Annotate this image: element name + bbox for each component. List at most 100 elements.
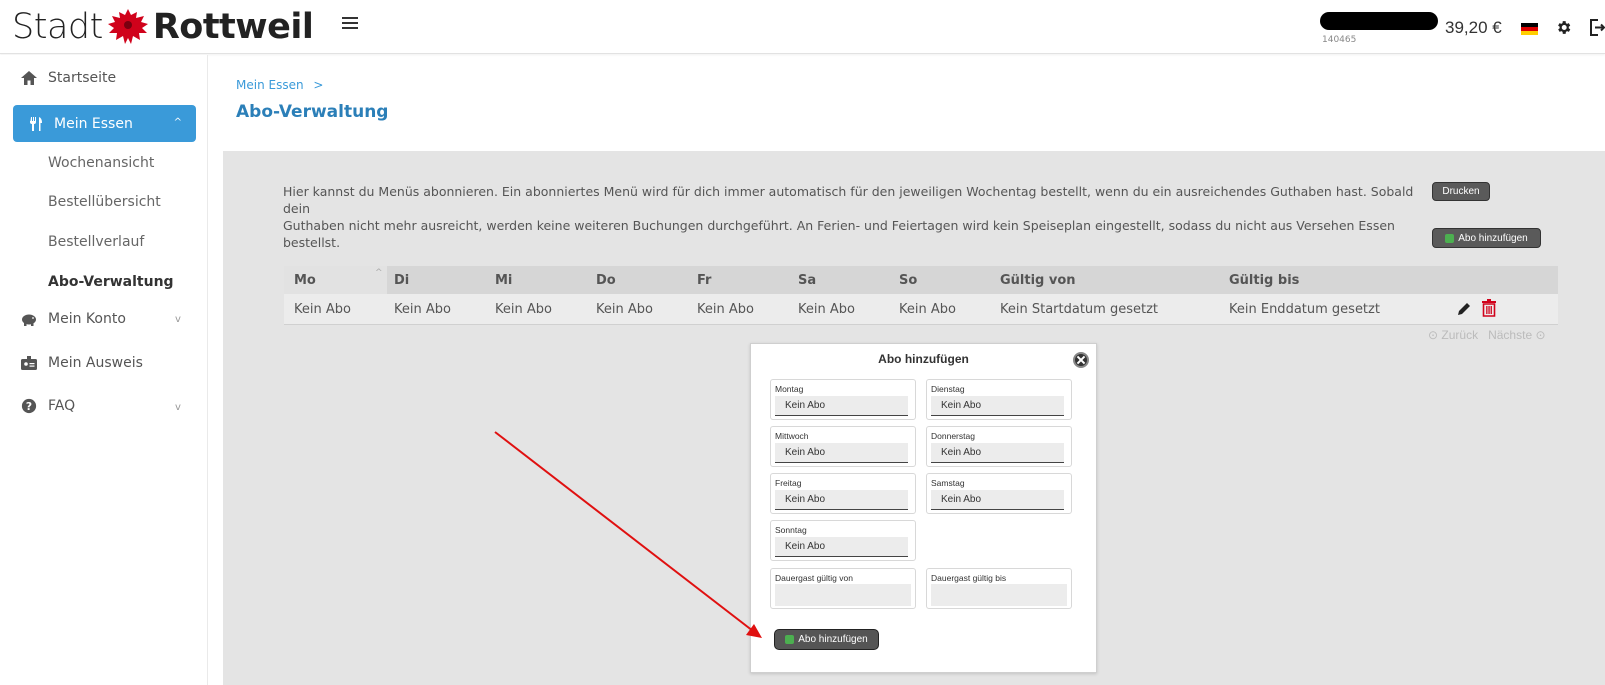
column-header[interactable]: Gültig bis [1229,273,1299,288]
column-header[interactable]: Mi [495,273,512,288]
field-samstag: Samstag Kein Abo [926,473,1072,514]
modal-add-subscription-button[interactable]: Abo hinzufügen [774,629,879,650]
freitag-select[interactable]: Kein Abo [775,490,908,510]
page-title: Abo-Verwaltung [236,102,389,122]
field-label: Samstag [931,478,965,488]
field-label: Dauergast gültig von [775,573,853,583]
close-icon[interactable] [1073,352,1089,368]
user-id: 140465 [1322,35,1357,45]
sidebar-item-faq[interactable]: ? FAQ [20,398,75,414]
breadcrumb-separator: > [313,78,324,92]
table-cell: Kein Abo [596,302,653,317]
chevron-down-icon[interactable]: v [175,402,181,413]
column-header[interactable]: Fr [697,273,711,288]
sidebar: Startseite Mein Essen ^ Wochenansicht Be… [0,55,208,685]
sidebar-item-label: Startseite [48,70,117,86]
sidebar-item-mein-essen[interactable]: Mein Essen ^ [13,105,196,142]
eagle-crest-icon [107,9,148,44]
button-label: Abo hinzufügen [1458,232,1528,244]
column-header[interactable]: Mo [294,273,316,288]
menu-toggle-icon[interactable] [342,17,358,31]
add-subscription-button[interactable]: Abo hinzufügen [1432,228,1541,248]
table-cell: Kein Abo [495,302,552,317]
table-cell: Kein Abo [394,302,451,317]
field-label: Dauergast gültig bis [931,573,1007,583]
field-label: Dienstag [931,384,965,394]
dienstag-select[interactable]: Kein Abo [931,396,1064,416]
top-header: Stadt Rottweil 140465 39,20 € [0,0,1605,54]
mittwoch-select[interactable]: Kein Abo [775,443,908,463]
table-cell: Kein Abo [294,302,351,317]
pencil-edit-icon[interactable] [1456,301,1472,317]
column-header[interactable]: Gültig von [1000,273,1076,288]
sidebar-subitem-bestellverlauf[interactable]: Bestellverlauf [48,234,144,250]
table-cell: Kein Abo [899,302,956,317]
info-text-line: Guthaben nicht mehr ausreicht, werden ke… [283,218,1395,250]
info-text-line: Hier kannst du Menüs abonnieren. Ein abo… [283,184,1414,216]
redacted-username [1320,12,1438,30]
date-to-input[interactable] [931,584,1067,606]
gear-icon[interactable] [1555,19,1572,36]
logout-icon[interactable] [1589,19,1605,36]
question-circle-icon: ? [21,398,37,414]
id-card-icon [21,356,37,370]
sidebar-item-label: Mein Ausweis [48,355,143,371]
samstag-select[interactable]: Kein Abo [931,490,1064,510]
column-header[interactable]: Di [394,273,409,288]
field-label: Donnerstag [931,431,975,441]
breadcrumb-item[interactable]: Mein Essen [236,78,304,92]
plus-icon [1445,233,1455,243]
field-sonntag: Sonntag Kein Abo [770,520,916,561]
chevron-down-icon[interactable]: v [175,314,181,325]
add-subscription-modal: Abo hinzufügen Montag Kein Abo Dienstag … [750,343,1097,673]
prev-page-button[interactable]: ⊙ Zurück [1428,328,1478,342]
sidebar-item-startseite[interactable]: Startseite [20,70,116,86]
button-label: Abo hinzufügen [798,634,868,645]
plus-icon [785,635,795,644]
sidebar-item-label: Mein Essen [54,115,133,132]
chevron-up-icon: ^ [173,117,182,128]
account-balance: 39,20 € [1445,18,1502,37]
sidebar-subitem-bestelluebersicht[interactable]: Bestellübersicht [48,194,161,210]
info-text: Hier kannst du Menüs abonnieren. Ein abo… [283,183,1443,251]
home-icon [21,71,37,85]
table-cell: Kein Abo [798,302,855,317]
field-label: Montag [775,384,804,394]
sonntag-select[interactable]: Kein Abo [775,537,908,557]
date-from-input[interactable] [775,584,911,606]
column-header[interactable]: Do [596,273,616,288]
field-montag: Montag Kein Abo [770,379,916,420]
column-header[interactable]: So [899,273,917,288]
sidebar-item-mein-ausweis[interactable]: Mein Ausweis [20,355,143,371]
piggy-bank-icon [22,314,36,326]
next-label: Nächste [1488,328,1533,342]
city-logo[interactable]: Stadt Rottweil [12,6,314,48]
modal-title: Abo hinzufügen [878,352,969,366]
field-label: Freitag [775,478,802,488]
prev-label: Zurück [1441,328,1479,342]
sidebar-item-mein-konto[interactable]: Mein Konto [20,311,126,327]
breadcrumb[interactable]: Mein Essen > [236,78,323,92]
field-date-to: Dauergast gültig bis [926,568,1072,609]
field-freitag: Freitag Kein Abo [770,473,916,514]
montag-select[interactable]: Kein Abo [775,396,908,416]
sidebar-subitem-wochenansicht[interactable]: Wochenansicht [48,155,154,171]
logo-text-stadt: Stadt [12,7,103,47]
field-mittwoch: Mittwoch Kein Abo [770,426,916,467]
svg-text:?: ? [26,400,32,413]
table-header: ^ Mo Di Mi Do Fr Sa So Gültig von Gültig… [284,266,1558,294]
trash-icon[interactable] [1481,299,1497,317]
sidebar-subitem-abo-verwaltung[interactable]: Abo-Verwaltung [48,274,174,290]
table-cell: Kein Abo [697,302,754,317]
pagination: ⊙ Zurück Nächste ⊙ [1428,328,1546,342]
german-flag-icon[interactable] [1521,23,1538,35]
sort-indicator-icon[interactable]: ^ [375,268,383,278]
field-label: Sonntag [775,525,807,535]
column-header[interactable]: Sa [798,273,816,288]
print-button[interactable]: Drucken [1432,182,1490,201]
user-account[interactable]: 140465 [1320,10,1440,46]
next-page-button[interactable]: Nächste ⊙ [1488,328,1545,342]
sidebar-item-label: Mein Konto [48,311,126,327]
utensils-icon [30,116,42,131]
donnerstag-select[interactable]: Kein Abo [931,443,1064,463]
